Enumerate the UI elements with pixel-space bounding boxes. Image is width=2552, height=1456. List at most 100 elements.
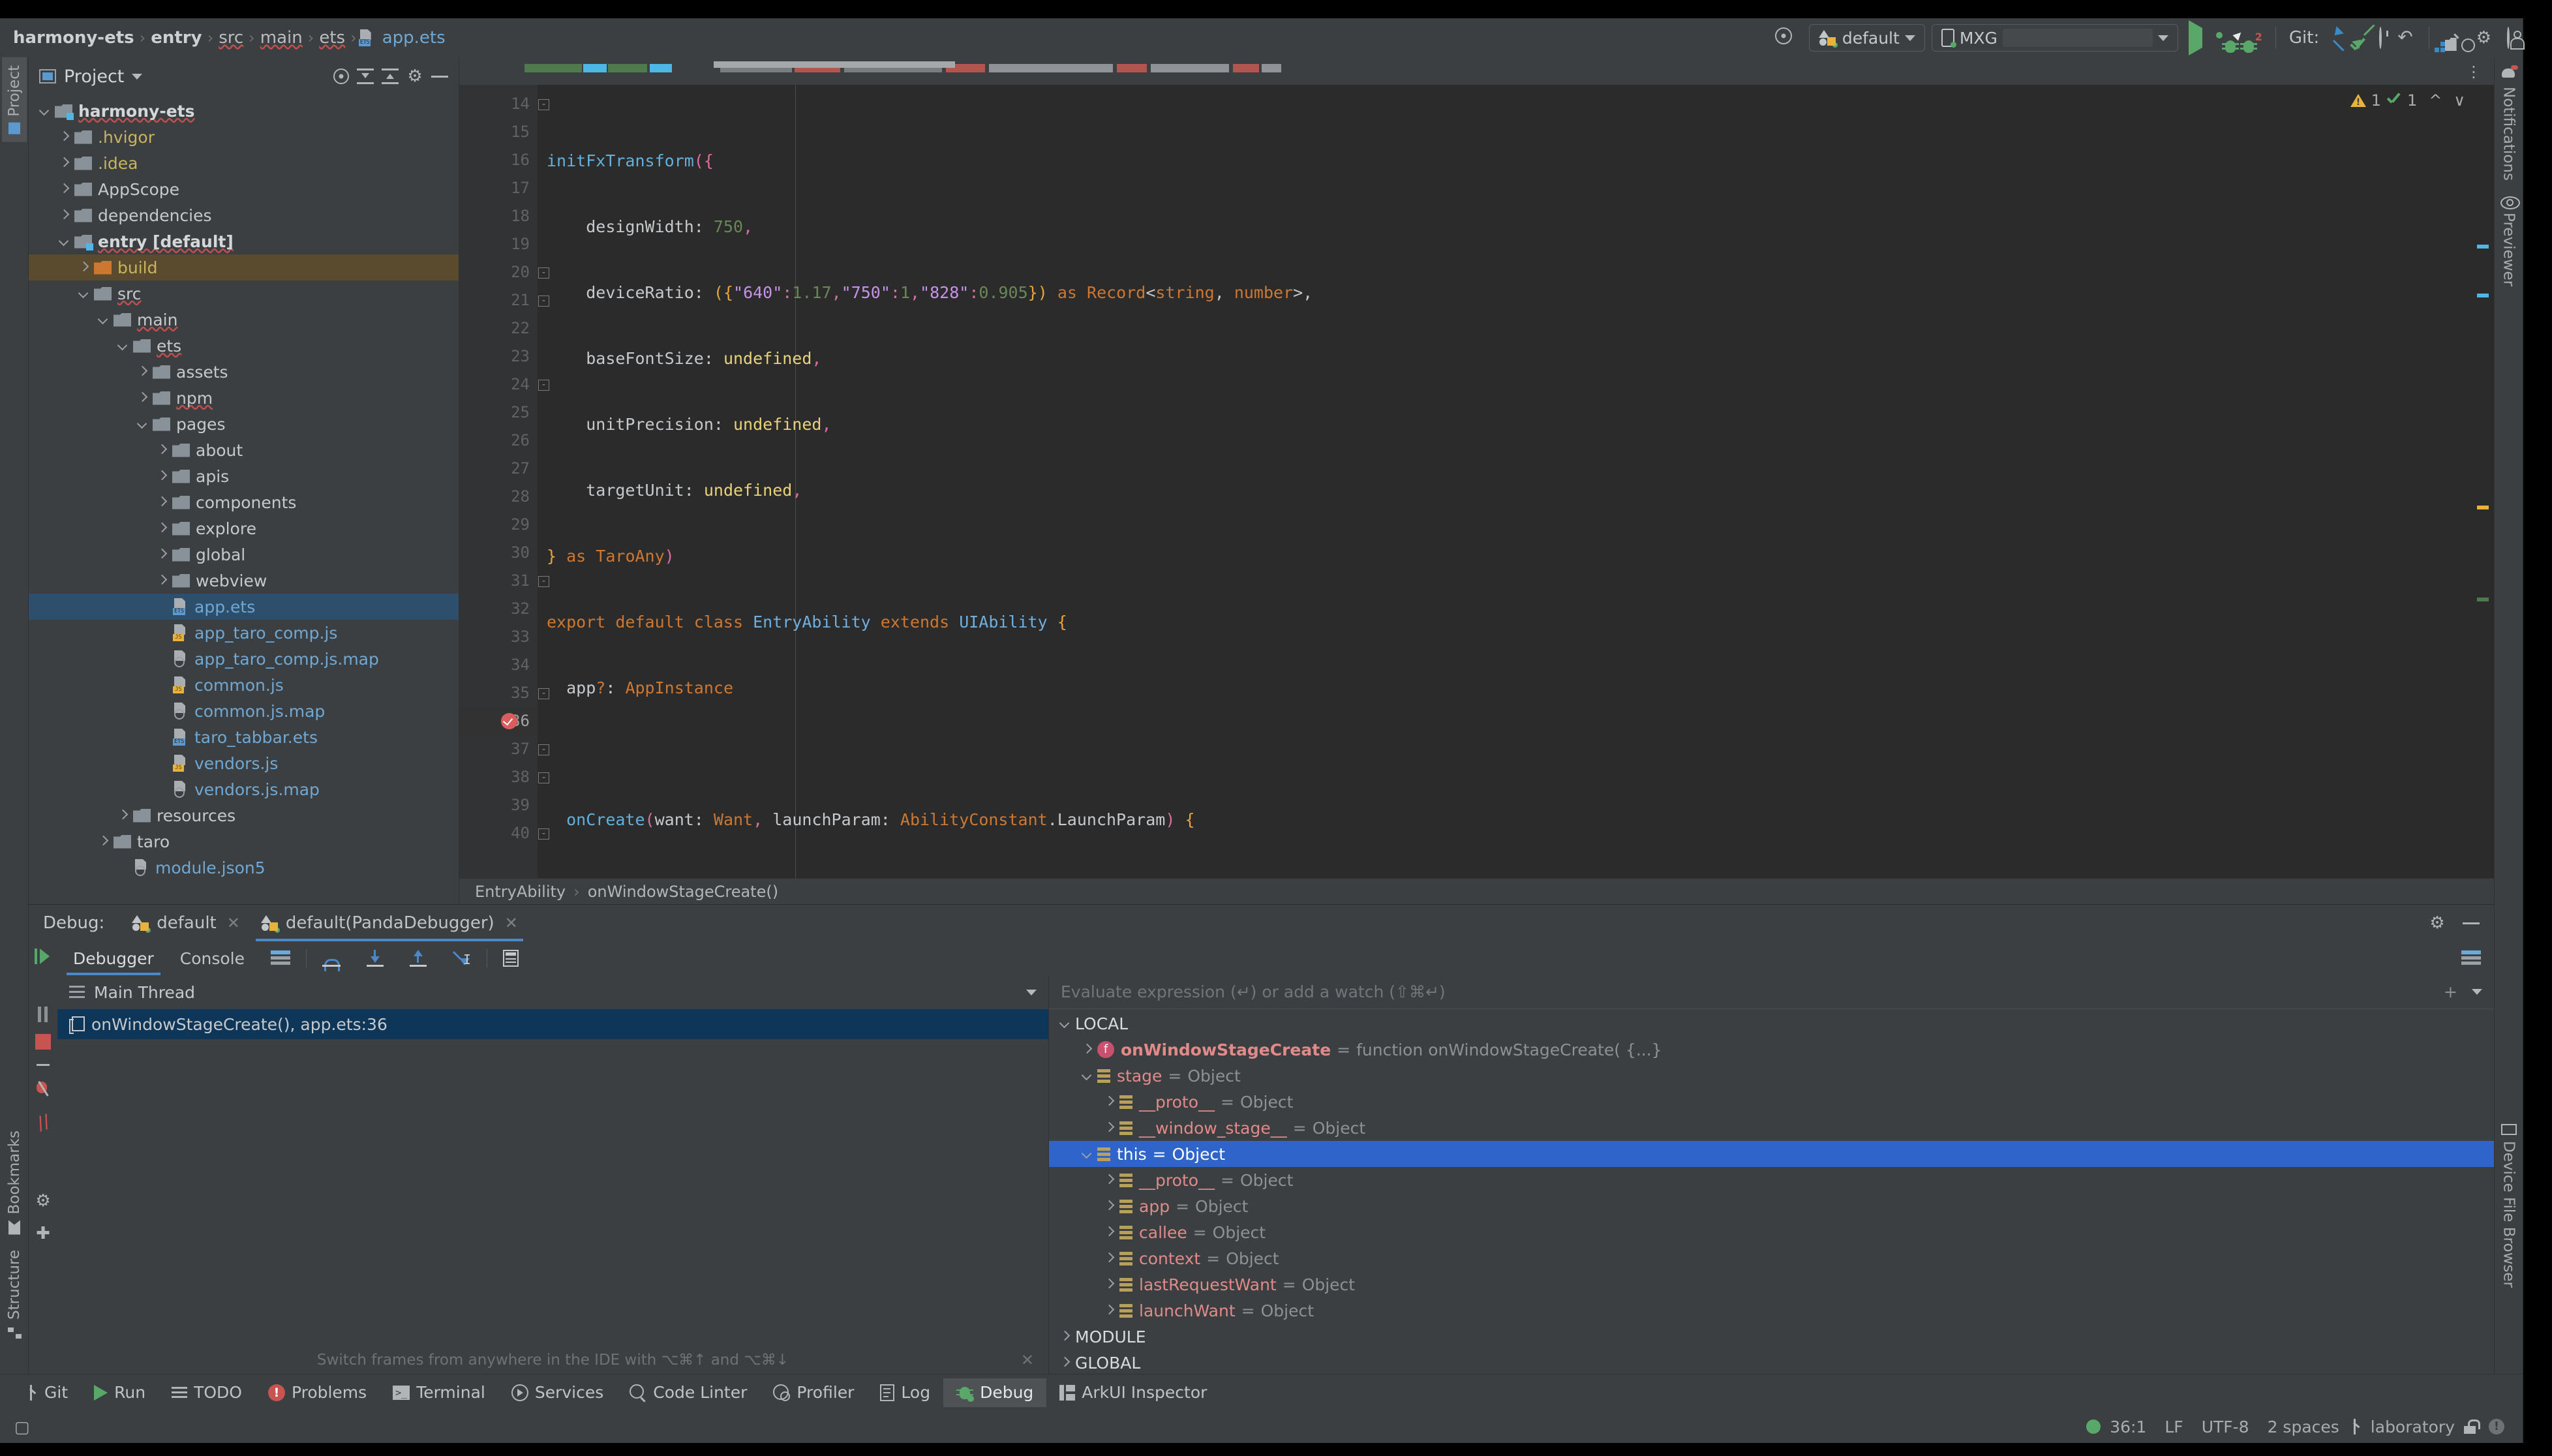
chevron-right-icon[interactable] [1080, 1043, 1093, 1056]
chevron-right-icon[interactable] [155, 574, 168, 587]
debug-tab-debugger[interactable]: Debugger [60, 941, 167, 975]
chevron-right-icon[interactable] [116, 809, 129, 822]
variable-row-launchwant[interactable]: launchWant=Object [1049, 1297, 2494, 1324]
indent-setting[interactable]: 2 spaces [2258, 1418, 2348, 1436]
tree-node-vendors-js[interactable]: vendors.js [29, 750, 459, 776]
tree-node-common-js[interactable]: common.js [29, 672, 459, 698]
variable-row-local[interactable]: LOCAL [1049, 1010, 2494, 1037]
git-branch-label[interactable]: laboratory [2362, 1418, 2464, 1436]
caret-position[interactable]: 36:1 [2101, 1418, 2155, 1436]
tool-window-code-linter[interactable]: Code Linter [616, 1378, 760, 1407]
sidebar-tab-previewer[interactable]: Previewer [2497, 189, 2521, 294]
module-selector[interactable]: default [1809, 24, 1925, 52]
variable-row-app[interactable]: app=Object [1049, 1193, 2494, 1219]
chevron-right-icon[interactable] [97, 835, 110, 848]
tool-window-problems[interactable]: !Problems [255, 1378, 380, 1407]
variable-row--window-stage-[interactable]: __window_stage__=Object [1049, 1115, 2494, 1141]
add-watch-icon[interactable]: + [2444, 982, 2472, 1001]
account-icon[interactable] [2499, 28, 2514, 48]
gutter-line-28[interactable]: 28 [459, 483, 538, 511]
close-icon[interactable]: ✕ [1021, 1351, 1034, 1369]
chevron-down-icon[interactable] [116, 339, 129, 352]
sidebar-tab-project[interactable]: Project [2, 57, 27, 142]
tree-node-pages[interactable]: pages [29, 411, 459, 437]
gutter-line-37[interactable]: 37- [459, 735, 538, 763]
inspection-widget[interactable]: 1 1 ^ ∨ [2350, 91, 2465, 110]
breadcrumb-item-src[interactable]: src [215, 28, 247, 48]
tool-window-profiler[interactable]: Profiler [760, 1378, 867, 1407]
variable-row--proto-[interactable]: __proto__=Object [1049, 1089, 2494, 1115]
tool-window-debug[interactable]: Debug [943, 1378, 1046, 1407]
tree-node-global[interactable]: global [29, 541, 459, 568]
chevron-down-icon[interactable] [2472, 989, 2482, 995]
tree-node-build[interactable]: build [29, 254, 459, 281]
chevron-down-icon[interactable] [136, 417, 149, 431]
tree-node-entry-default-[interactable]: entry [default] [29, 228, 459, 254]
stack-frame-row[interactable]: onWindowStageCreate(), app.ets:36 [57, 1009, 1048, 1039]
variable-row--proto-[interactable]: __proto__=Object [1049, 1167, 2494, 1193]
chevron-down-icon[interactable] [57, 235, 70, 248]
gutter-line-27[interactable]: 27 [459, 455, 538, 483]
tree-node-taro[interactable]: taro [29, 828, 459, 855]
git-rollback-icon[interactable]: ↶ [2390, 28, 2420, 48]
chevron-right-icon[interactable] [1102, 1278, 1116, 1291]
tool-window-run[interactable]: Run [81, 1378, 159, 1407]
gutter-line-21[interactable]: 21- [459, 286, 538, 314]
line-separator[interactable]: LF [2155, 1418, 2192, 1436]
chevron-right-icon[interactable] [57, 157, 70, 170]
thread-selector[interactable]: Main Thread [57, 975, 1048, 1009]
variable-row-lastrequestwant[interactable]: lastRequestWant=Object [1049, 1271, 2494, 1297]
chevron-right-icon[interactable] [57, 183, 70, 196]
git-history-icon[interactable] [2371, 28, 2390, 48]
chevron-right-icon[interactable] [57, 130, 70, 144]
chevron-right-icon[interactable] [136, 391, 149, 404]
variables-tree[interactable]: LOCALfonWindowStageCreate=function onWin… [1049, 1009, 2494, 1374]
gutter-line-29[interactable]: 29 [459, 511, 538, 539]
tree-node-vendors-js-map[interactable]: vendors.js.map [29, 776, 459, 802]
tree-node-explore[interactable]: explore [29, 515, 459, 541]
run-to-cursor-icon[interactable] [440, 941, 484, 975]
chevron-right-icon[interactable] [155, 470, 168, 483]
file-encoding[interactable]: UTF-8 [2193, 1418, 2258, 1436]
gutter-line-30[interactable]: 30 [459, 539, 538, 567]
tree-node-app-taro-comp-js[interactable]: app_taro_comp.js [29, 620, 459, 646]
gutter-line-38[interactable]: 38- [459, 763, 538, 791]
stop-icon[interactable] [35, 1034, 51, 1050]
mute-breakpoints-icon[interactable] [35, 1080, 51, 1097]
chevron-right-icon[interactable] [155, 444, 168, 457]
variable-row-context[interactable]: context=Object [1049, 1245, 2494, 1271]
collapse-all-icon[interactable] [382, 68, 399, 85]
tool-window-log[interactable]: Log [867, 1378, 943, 1407]
run-config-field[interactable] [2003, 29, 2153, 47]
tree-node-dependencies[interactable]: dependencies [29, 202, 459, 228]
device-selector[interactable]: MXG [1932, 24, 2178, 52]
chevron-down-icon[interactable] [1058, 1017, 1071, 1030]
tree-node-resources[interactable]: resources [29, 802, 459, 828]
close-icon[interactable]: ✕ [505, 914, 518, 932]
run-button[interactable] [2178, 28, 2213, 48]
debug-session-tab-default[interactable]: default ✕ [121, 905, 251, 941]
target-icon[interactable] [1765, 27, 1802, 49]
gutter-line-36[interactable]: 36 [459, 707, 538, 735]
hide-panel-icon[interactable] [431, 76, 448, 78]
chevron-right-icon[interactable] [1102, 1200, 1116, 1213]
status-menu-icon[interactable]: ▢ [12, 1418, 39, 1436]
chevron-right-icon[interactable] [155, 548, 168, 561]
chevron-right-icon[interactable] [1102, 1174, 1116, 1187]
editor-breadcrumb-method[interactable]: onWindowStageCreate() [588, 883, 778, 901]
variable-row-this[interactable]: this=Object [1049, 1141, 2494, 1167]
tree-node-about[interactable]: about [29, 437, 459, 463]
tree-node-taro-tabbar-ets[interactable]: taro_tabbar.ets [29, 724, 459, 750]
tree-node--idea[interactable]: .idea [29, 150, 459, 176]
chevron-down-icon[interactable] [38, 104, 51, 117]
variable-row-stage[interactable]: stage=Object [1049, 1063, 2494, 1089]
tool-window-arkui-inspector[interactable]: ArkUI Inspector [1046, 1378, 1220, 1407]
gutter-line-25[interactable]: 25 [459, 399, 538, 427]
chevron-right-icon[interactable] [57, 209, 70, 222]
gutter-line-40[interactable]: 40- [459, 819, 538, 847]
gutter-line-31[interactable]: 31- [459, 567, 538, 595]
chevron-right-icon[interactable] [1102, 1095, 1116, 1108]
layout-icon[interactable] [258, 941, 303, 975]
chevron-right-icon[interactable] [1102, 1226, 1116, 1239]
breadcrumb-item-entry[interactable]: entry [147, 28, 205, 48]
